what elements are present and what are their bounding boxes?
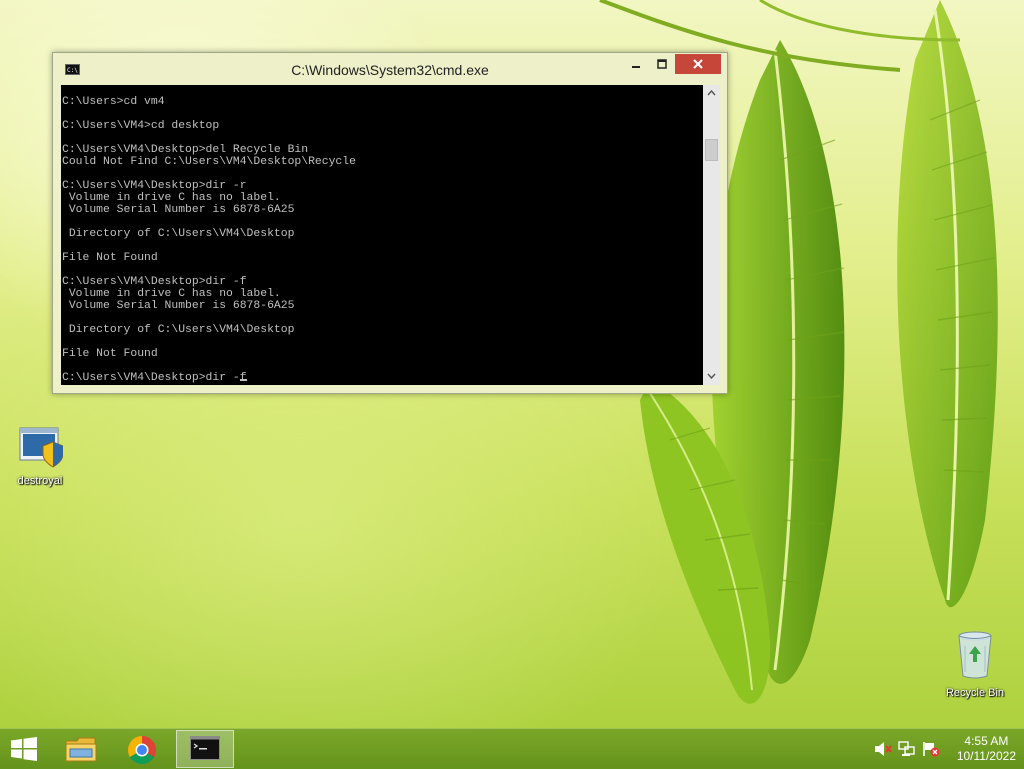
clock-date: 10/11/2022 [956,749,1016,763]
scroll-thumb[interactable] [705,138,718,161]
minimize-icon [632,66,640,68]
action-center-flag-icon[interactable] [922,741,940,757]
chevron-down-icon [707,373,716,379]
start-button[interactable] [0,729,48,769]
console-output[interactable]: C:\Users>cd vm4 C:\Users\VM4>cd desktop … [61,85,703,385]
desktop-icon-recycle-bin[interactable]: Recycle Bin [937,630,1013,700]
close-icon [693,59,703,69]
scroll-down-button[interactable] [703,368,720,385]
window-titlebar[interactable]: C:\ C:\Windows\System32\cmd.exe [53,53,727,85]
vertical-scrollbar[interactable] [703,85,720,385]
system-tray: 4:55 AM 10/11/2022 [866,729,1024,769]
command-prompt-icon [190,736,220,760]
console-text: C:\Users>cd vm4 C:\Users\VM4>cd desktop … [62,96,356,384]
network-icon[interactable] [898,741,916,757]
recycle-bin-icon [958,631,992,679]
taskbar-chrome[interactable] [114,730,172,768]
chevron-up-icon [707,90,716,96]
minimize-button[interactable] [623,54,649,74]
chrome-icon [128,736,156,764]
taskbar-file-explorer[interactable] [52,730,110,768]
clock-time: 4:55 AM [964,734,1009,748]
desktop-icon-destroyal[interactable]: destroyal [2,426,78,488]
setup-program-icon [19,427,64,468]
text-cursor [239,379,247,381]
desktop-icon-label: Recycle Bin [945,687,1005,699]
taskbar: 4:55 AM 10/11/2022 [0,728,1024,769]
command-prompt-window[interactable]: C:\ C:\Windows\System32\cmd.exe C:\Users… [52,52,728,394]
maximize-icon [657,59,667,69]
scroll-up-button[interactable] [703,85,720,102]
close-button[interactable] [675,54,721,74]
taskbar-clock[interactable]: 4:55 AM 10/11/2022 [957,734,1016,764]
speaker-muted-icon[interactable] [874,741,892,757]
maximize-button[interactable] [649,54,675,74]
desktop-icon-label: destroyal [17,475,63,487]
file-explorer-icon [65,737,97,762]
windows-logo-icon [11,737,37,761]
taskbar-command-prompt[interactable] [176,730,234,768]
